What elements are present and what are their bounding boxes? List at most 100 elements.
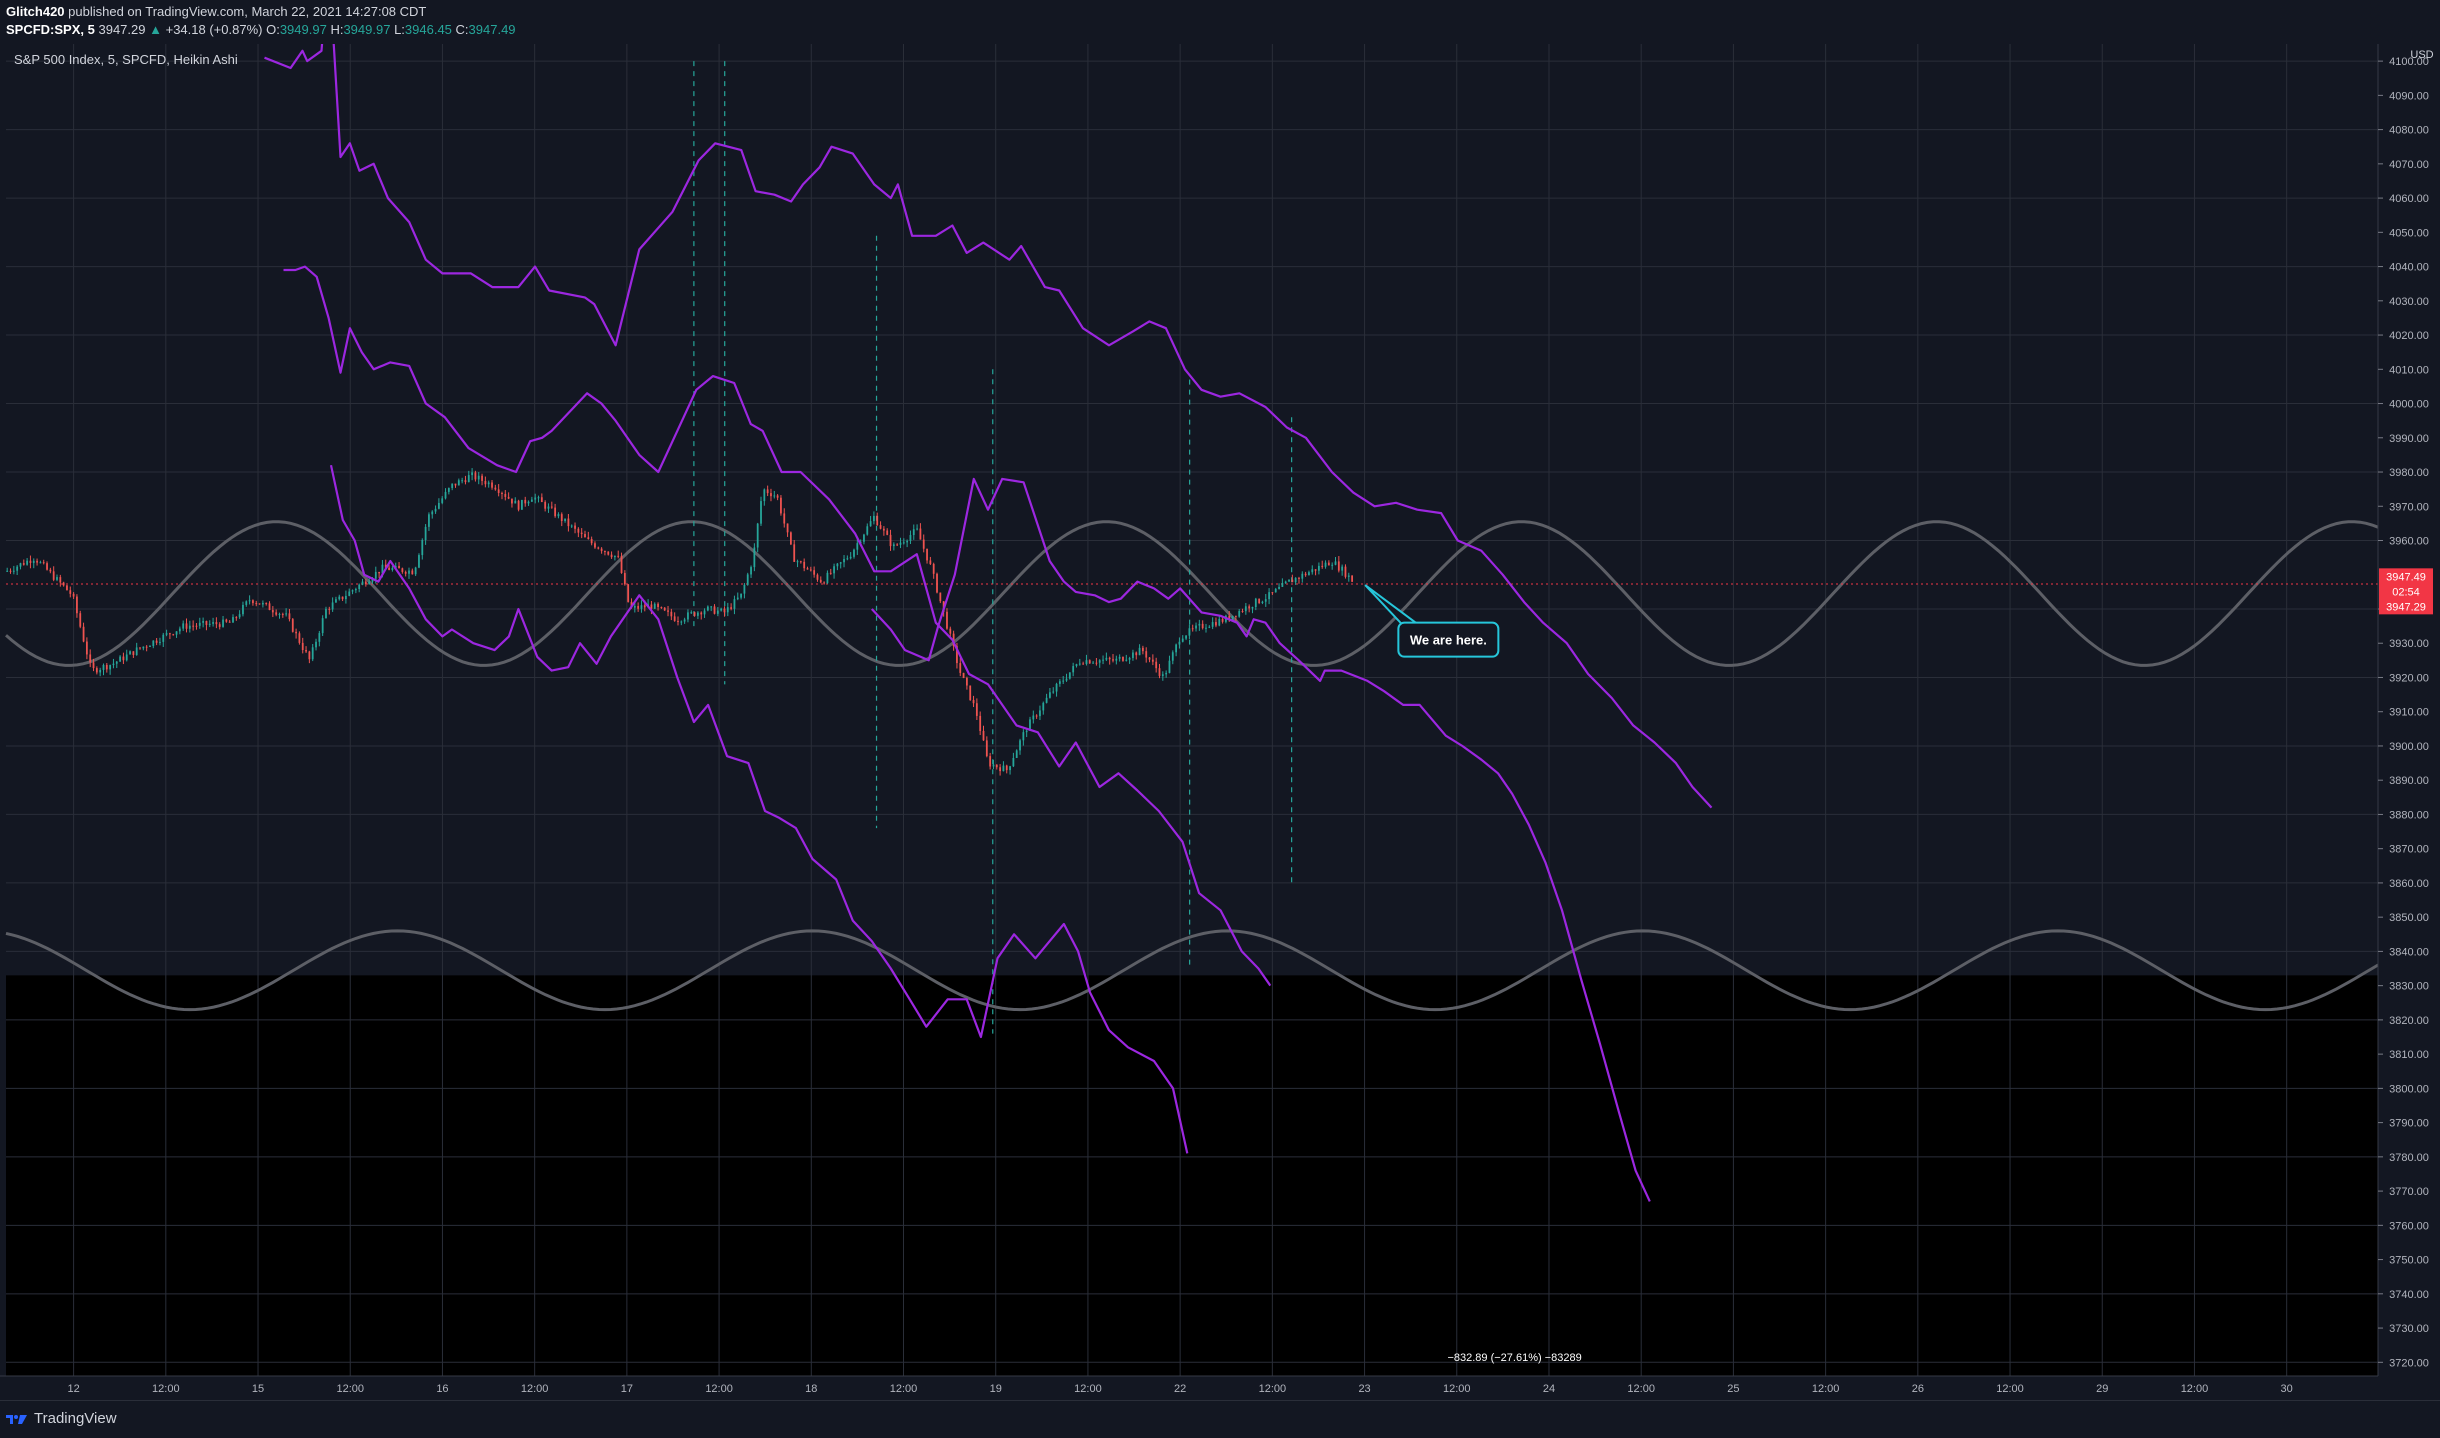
candle-body: [557, 514, 560, 517]
candle-body: [657, 603, 659, 608]
candle-body: [401, 568, 404, 572]
candle-body: [99, 669, 102, 673]
price-tick-label: 3790.00: [2389, 1118, 2429, 1130]
time-tick-label: 12: [67, 1383, 79, 1395]
candle-body: [368, 581, 371, 585]
candle-body: [1125, 659, 1128, 661]
price-tick-label: 3900.00: [2389, 741, 2429, 753]
candle-body: [1314, 569, 1317, 571]
candle-body: [358, 584, 361, 590]
candle-body: [1308, 572, 1310, 576]
price-tag-last: 3947.49: [2386, 571, 2426, 583]
time-tick-label: 12:00: [1443, 1383, 1471, 1395]
candle-body: [912, 529, 915, 536]
candle-body: [570, 525, 573, 527]
candle-body: [554, 507, 557, 517]
candle-body: [1261, 601, 1264, 604]
candle-body: [597, 547, 600, 549]
candle-body: [32, 560, 35, 563]
chart-title: S&P 500 Index, 5, SPCFD, Heikin Ashi: [14, 52, 238, 67]
candle-body: [341, 596, 344, 600]
candle-body: [265, 602, 268, 604]
candle-body: [972, 700, 975, 704]
candle-body: [1075, 664, 1078, 667]
candle-body: [1271, 592, 1274, 594]
price-tick-label: 3800.00: [2389, 1083, 2429, 1095]
candle-body: [338, 596, 341, 600]
candle-body: [1218, 618, 1221, 626]
price-tick-label: 4000.00: [2389, 399, 2429, 411]
candle-body: [1009, 766, 1011, 771]
candle-body: [258, 603, 261, 605]
candle-body: [1191, 628, 1194, 630]
candle-body: [873, 515, 875, 522]
candle-body: [85, 641, 88, 655]
candle-body: [447, 488, 450, 492]
price-axis[interactable]: USD 4100.004090.004080.004070.004060.004…: [2377, 44, 2440, 1400]
candle-body: [1138, 647, 1141, 656]
candle-body: [1039, 710, 1041, 717]
candle-body: [799, 561, 802, 563]
price-change: +34.18 (+0.87%): [165, 22, 263, 37]
candle-body: [670, 611, 673, 617]
candle-body: [1155, 661, 1158, 669]
low-label: L:: [394, 22, 405, 37]
candle-body: [544, 502, 547, 509]
time-tick-label: 12:00: [1812, 1383, 1840, 1395]
candle-body: [1231, 615, 1234, 620]
open-label: O:: [266, 22, 280, 37]
candle-body: [746, 574, 749, 585]
header-bar: Glitch420 published on TradingView.com, …: [0, 0, 2440, 44]
candle-body: [653, 603, 656, 609]
candle-body: [79, 613, 82, 627]
price-tick-label: 3750.00: [2389, 1255, 2429, 1267]
candle-body: [829, 572, 832, 574]
brand-name: TradingView: [34, 1410, 117, 1427]
candle-body: [517, 500, 520, 510]
candle-body: [806, 568, 809, 570]
candle-body: [1278, 586, 1280, 589]
candle-body: [1281, 583, 1284, 587]
candle-body: [59, 577, 62, 583]
candle-body: [188, 625, 191, 629]
candle-body: [278, 613, 281, 615]
candle-body: [613, 555, 616, 558]
chart-area[interactable]: We are here. S&P 500 Index, 5, SPCFD, He…: [0, 0, 2440, 1400]
time-axis[interactable]: 12 12:00 15 12:00 16 12:00 17 12:00 18 12:00 19 12:…: [0, 1375, 2440, 1400]
price-tick-label: 3850.00: [2389, 912, 2429, 924]
candle-body: [242, 604, 244, 615]
candle-body: [155, 640, 158, 643]
candle-body: [882, 528, 885, 531]
time-tick-label: 12:00: [1627, 1383, 1655, 1395]
candle-body: [783, 513, 786, 524]
candle-body: [816, 574, 819, 580]
candle-body: [1105, 657, 1108, 660]
candle-body: [268, 603, 271, 611]
candle-body: [139, 647, 141, 649]
candle-body: [1337, 561, 1340, 571]
author-name[interactable]: Glitch420: [6, 4, 65, 19]
candle-body: [1092, 662, 1094, 664]
candle-body: [218, 624, 221, 627]
candle-body: [643, 605, 646, 608]
candle-body: [305, 650, 307, 652]
candle-body: [620, 556, 623, 574]
candle-body: [238, 614, 241, 618]
candle-body: [700, 612, 703, 615]
candle-body: [464, 480, 467, 483]
candle-body: [212, 622, 214, 624]
candle-body: [1294, 577, 1297, 583]
candle-body: [1178, 641, 1181, 645]
candle-body: [418, 555, 420, 568]
candle-body: [733, 599, 736, 609]
candle-body: [504, 493, 507, 497]
publish-info: Glitch420 published on TradingView.com, …: [6, 4, 426, 19]
time-tick-label: 12:00: [705, 1383, 733, 1395]
candle-body: [826, 572, 829, 584]
brand[interactable]: TradingView: [6, 1410, 117, 1427]
price-chart[interactable]: We are here. S&P 500 Index, 5, SPCFD, He…: [0, 0, 2440, 1400]
candle-body: [49, 569, 52, 572]
candle-body: [255, 603, 258, 605]
candle-body: [388, 567, 390, 570]
symbol-name[interactable]: SPCFD:SPX, 5: [6, 22, 95, 37]
